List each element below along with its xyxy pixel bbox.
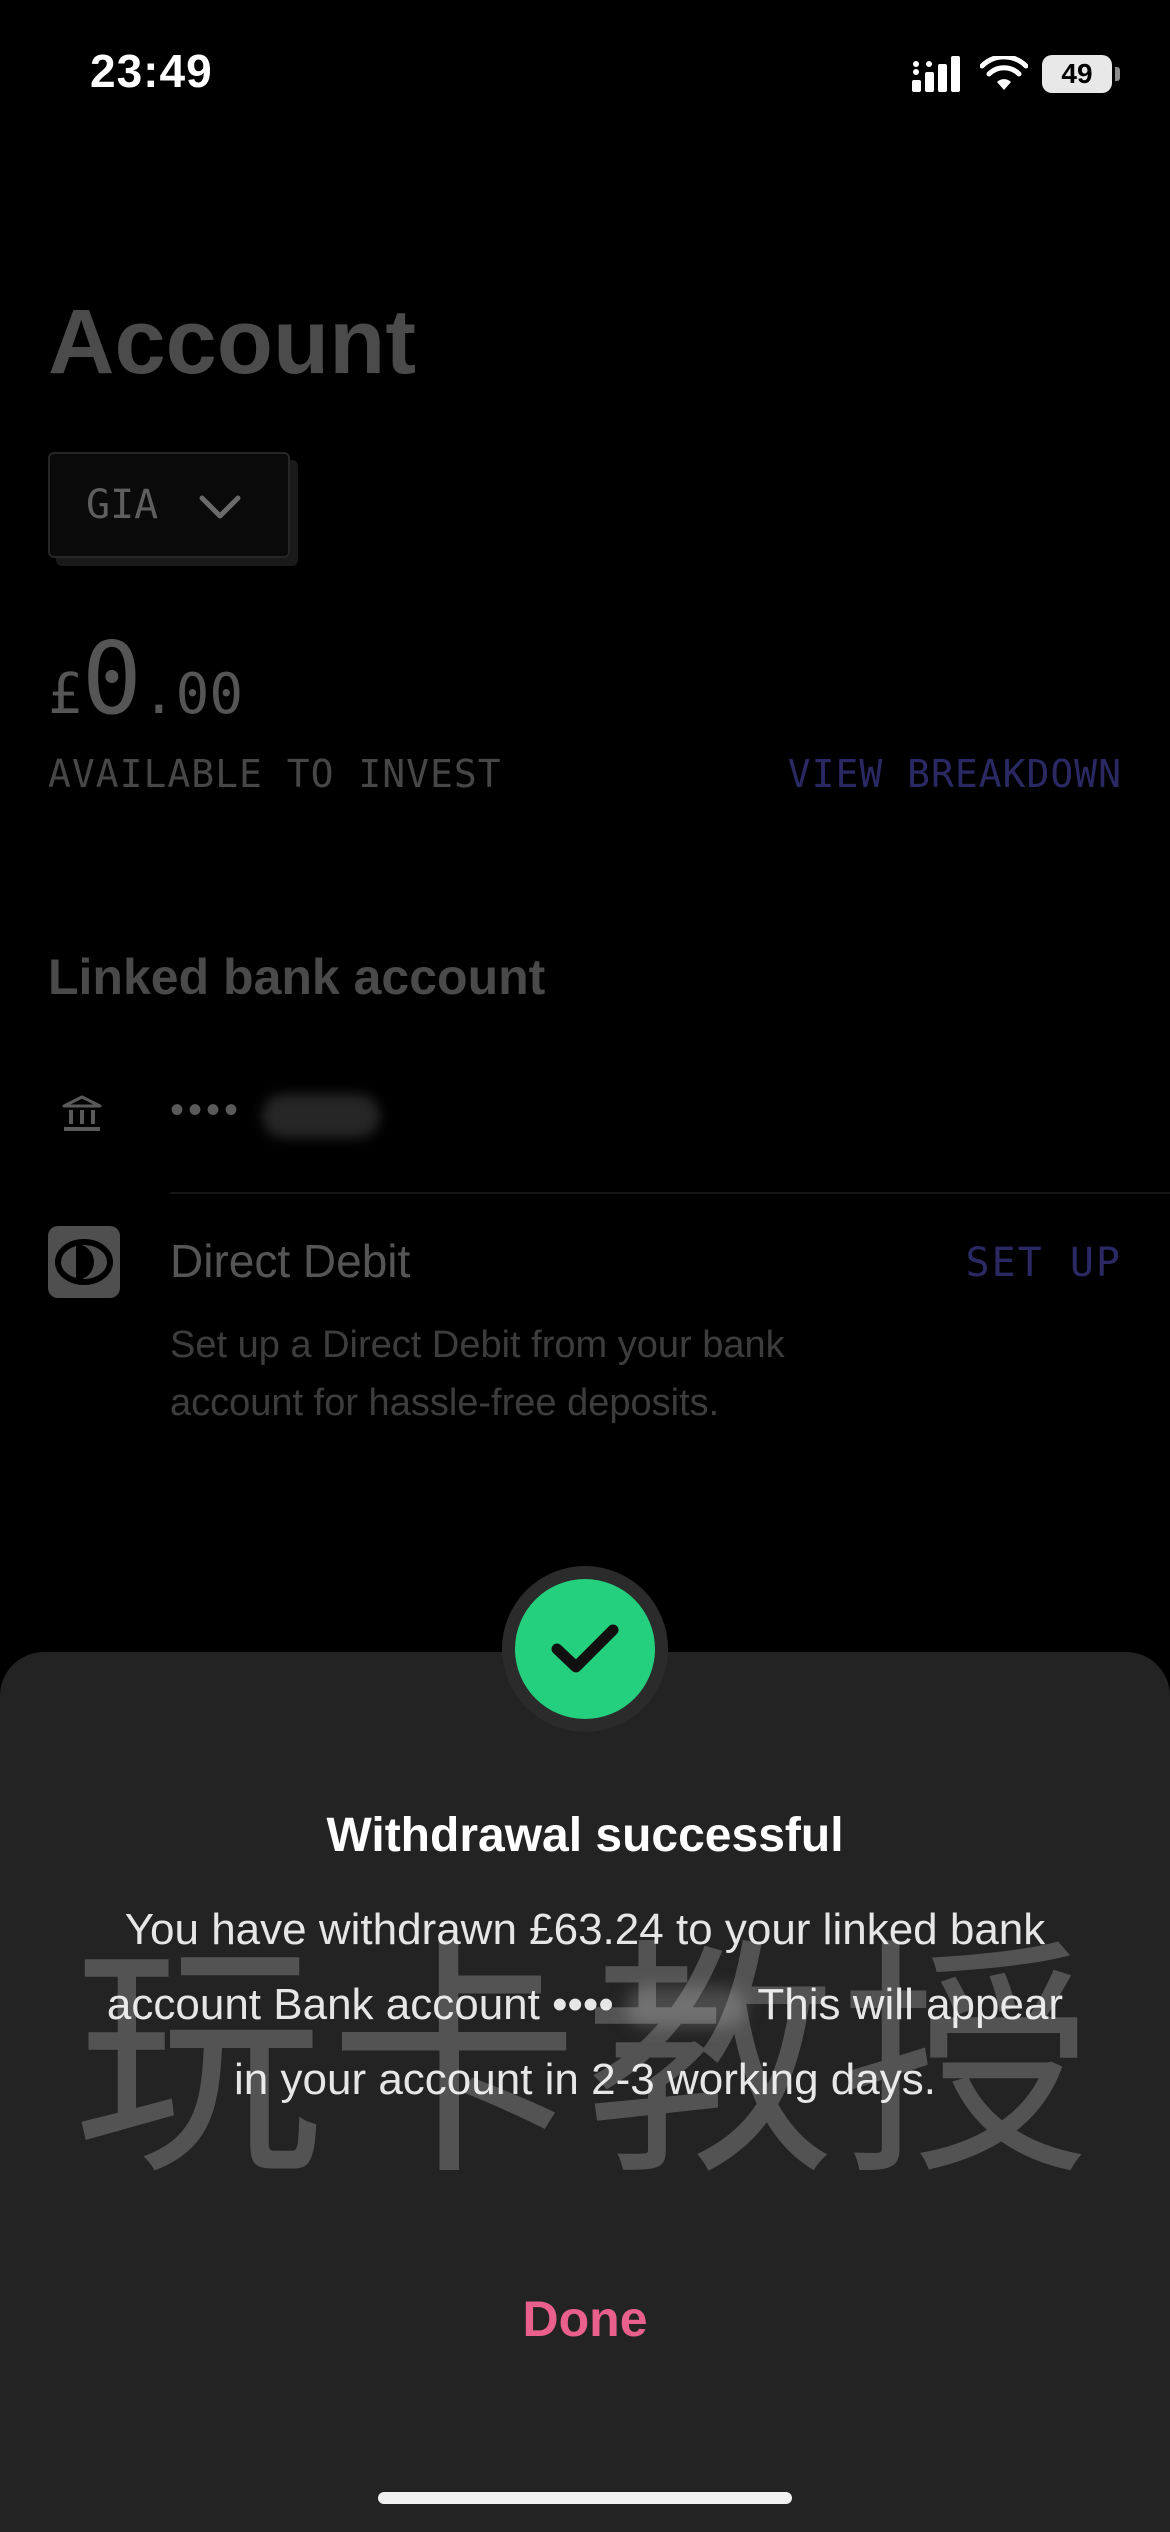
- battery-icon: 49: [1042, 55, 1120, 93]
- divider: [170, 1192, 1170, 1194]
- direct-debit-icon: [48, 1226, 120, 1298]
- checkmark-icon: [515, 1579, 655, 1719]
- view-breakdown-link[interactable]: VIEW BREAKDOWN: [788, 752, 1122, 796]
- linked-bank-heading: Linked bank account: [48, 949, 546, 1005]
- direct-debit-title: Direct Debit: [170, 1235, 411, 1287]
- sheet-title: Withdrawal successful: [326, 1809, 844, 1862]
- sheet-message: You have withdrawn £63.24 to your linked…: [100, 1892, 1070, 2117]
- cellular-signal-icon: [912, 56, 960, 92]
- bank-account-mask: ••••: [170, 1088, 243, 1132]
- balance-currency: £: [48, 662, 82, 727]
- balance-integer: 0: [81, 620, 142, 737]
- direct-debit-description: Set up a Direct Debit from your bank acc…: [170, 1324, 785, 1424]
- balance-decimal: .00: [141, 662, 244, 727]
- status-time: 23:49: [90, 45, 213, 97]
- account-number-redacted: [625, 1987, 746, 2028]
- bank-icon: [62, 1095, 102, 1131]
- available-to-invest-label: AVAILABLE TO INVEST: [48, 752, 502, 796]
- direct-debit-setup-button[interactable]: SET UP: [966, 1240, 1123, 1286]
- balance-amount: £0.00: [48, 620, 243, 737]
- status-bar: 23:49 49: [0, 0, 1170, 150]
- home-indicator[interactable]: [378, 2492, 792, 2504]
- done-button[interactable]: Done: [485, 2290, 685, 2348]
- status-icons: 49: [910, 50, 1120, 98]
- account-type-dropdown[interactable]: GIA: [48, 452, 290, 558]
- chevron-down-icon: [199, 495, 241, 519]
- page-title: Account: [48, 291, 416, 393]
- account-type-label: GIA: [86, 482, 159, 528]
- wifi-icon: [980, 56, 1028, 90]
- linked-bank-row[interactable]: ••••: [48, 1080, 1122, 1150]
- bank-account-number-redacted: [262, 1094, 380, 1138]
